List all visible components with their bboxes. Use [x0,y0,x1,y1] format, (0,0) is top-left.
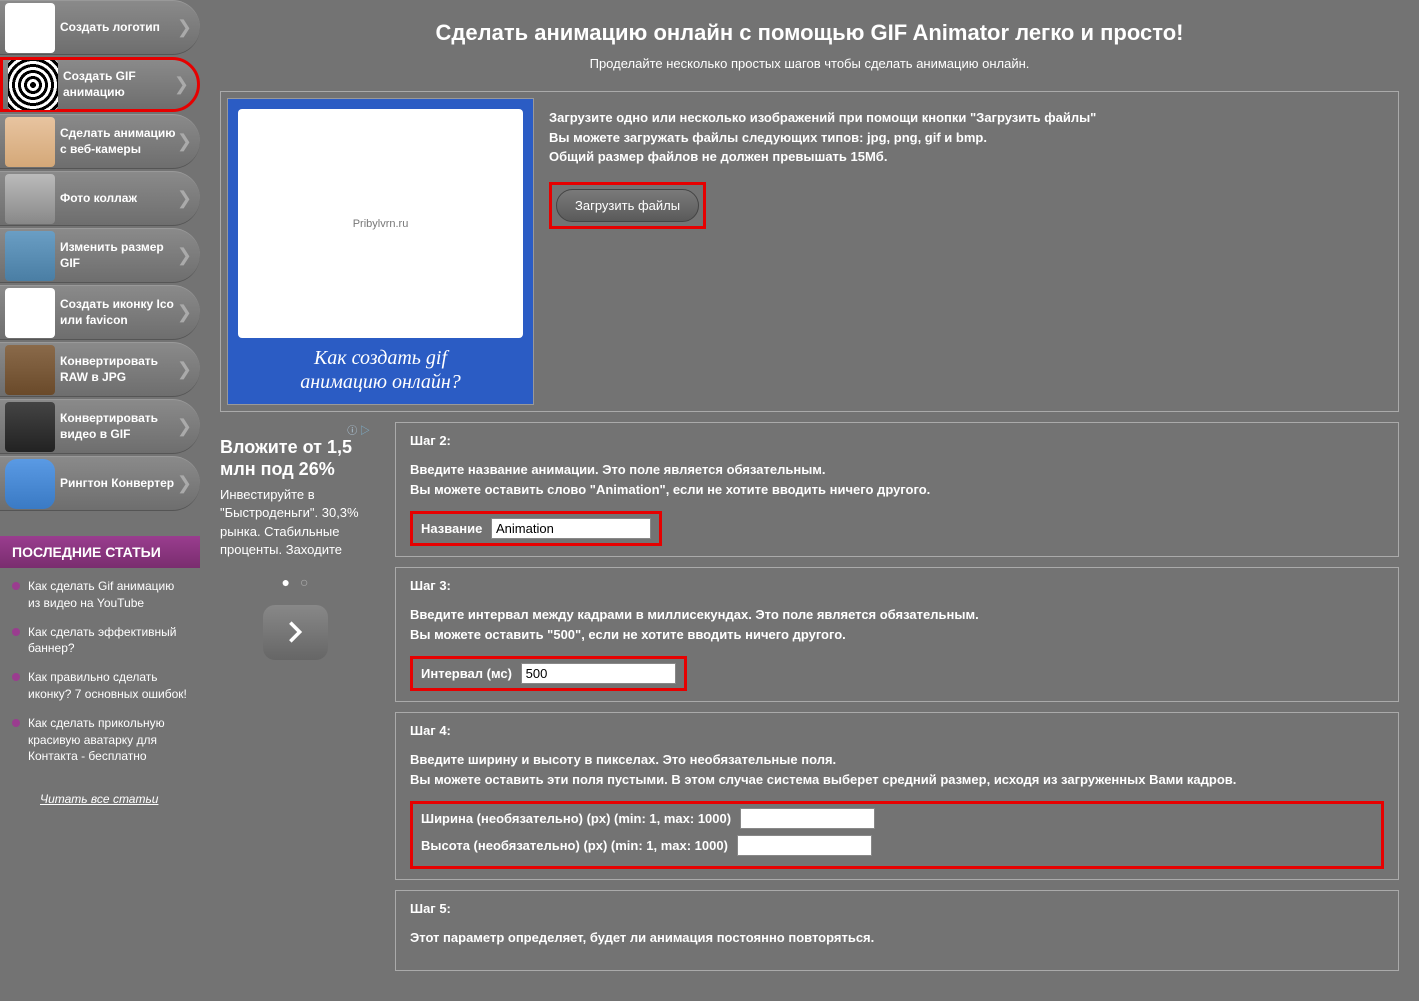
article-link-2[interactable]: Как правильно сделать иконку? 7 основных… [12,669,188,703]
chevron-right-icon: ❯ [177,131,192,152]
interval-label: Интервал (мс) [421,666,512,681]
chevron-right-icon: ❯ [177,416,192,437]
bullet-icon [12,582,20,590]
upload-area: Загрузите одно или несколько изображений… [549,98,1392,405]
upload-text-1: Загрузите одно или несколько изображений… [549,108,1392,128]
page-title: Сделать анимацию онлайн с помощью GIF An… [220,20,1399,46]
chevron-right-icon: ❯ [177,17,192,38]
upload-text-3: Общий размер файлов не должен превышать … [549,147,1392,167]
ico-icon [5,288,55,338]
chevron-right-icon: ❯ [177,188,192,209]
nav-item-4[interactable]: Изменить размер GIF❯ [0,228,200,283]
step-4-title: Шаг 4: [410,723,1384,738]
logo-icon [5,3,55,53]
chevron-right-icon: ❯ [177,245,192,266]
article-link-0[interactable]: Как сделать Gif анимацию из видео на You… [12,578,188,612]
page-subtitle: Проделайте несколько простых шагов чтобы… [220,56,1399,71]
columns-icon [5,174,55,224]
article-link-3[interactable]: Как сделать прикольную красивую аватарку… [12,715,188,765]
width-label: Ширина (необязательно) (px) (min: 1, max… [421,811,731,826]
bullet-icon [12,673,20,681]
raw-icon [5,345,55,395]
nav-item-6[interactable]: Конвертировать RAW в JPG❯ [0,342,200,397]
bullet-icon [12,719,20,727]
article-list: Как сделать Gif анимацию из видео на You… [0,568,200,787]
article-link-1[interactable]: Как сделать эффективный баннер? [12,624,188,658]
upload-text-2: Вы можете загружать файлы следующих типо… [549,128,1392,148]
step-5-title: Шаг 5: [410,901,1384,916]
ringtone-icon [5,459,55,509]
text-ad[interactable]: Вложите от 1,5 млн под 26% Инвестируйте … [220,437,370,559]
face-icon [5,117,55,167]
sidebar: Создать логотип❯Создать GIF анимацию❯Сде… [0,0,200,1001]
step-3-title: Шаг 3: [410,578,1384,593]
sidebar-section-header: ПОСЛЕДНИЕ СТАТЬИ [0,536,200,568]
interval-input[interactable] [521,663,676,684]
step-3-block: Шаг 3: Введите интервал между кадрами в … [395,567,1399,702]
promo-image: Pribylvrn.ru [238,109,523,338]
ad-column: ⓘ ▷ Вложите от 1,5 млн под 26% Инвестиру… [220,422,370,981]
adchoices-label[interactable]: ⓘ ▷ [220,422,370,437]
name-label: Название [421,521,482,536]
bullet-icon [12,628,20,636]
chevron-right-icon: ❯ [177,473,192,494]
nav-item-5[interactable]: Создать иконку Ico или favicon❯ [0,285,200,340]
resize-icon [5,231,55,281]
upload-button[interactable]: Загрузить файлы [556,189,699,222]
chevron-right-icon: ❯ [177,359,192,380]
main-content: Сделать анимацию онлайн с помощью GIF An… [200,0,1419,1001]
chevron-right-icon: ❯ [177,302,192,323]
read-all-link[interactable]: Читать все статьи [0,787,200,821]
nav-item-2[interactable]: Сделать анимацию с веб-камеры❯ [0,114,200,169]
chevron-right-icon [281,618,309,646]
promo-banner[interactable]: Pribylvrn.ru Как создать gifанимацию онл… [227,98,534,405]
width-input[interactable] [740,808,875,829]
chevron-right-icon: ❯ [174,74,189,95]
step-4-block: Шаг 4: Введите ширину и высоту в пиксела… [395,712,1399,880]
carousel-next-button[interactable] [263,605,328,660]
name-input[interactable] [491,518,651,539]
step-2-block: Шаг 2: Введите название анимации. Это по… [395,422,1399,557]
nav-item-7[interactable]: Конвертировать видео в GIF❯ [0,399,200,454]
nav-item-3[interactable]: Фото коллаж❯ [0,171,200,226]
swirl-icon [8,60,58,110]
promo-caption: Как создать gifанимацию онлайн? [300,346,461,394]
nav-item-8[interactable]: Рингтон Конвертер❯ [0,456,200,511]
carousel-dots[interactable]: ●○ [220,574,370,590]
step-5-block: Шаг 5: Этот параметр определяет, будет л… [395,890,1399,971]
height-input[interactable] [737,835,872,856]
height-label: Высота (необязательно) (px) (min: 1, max… [421,838,728,853]
nav-item-1[interactable]: Создать GIF анимацию❯ [0,57,200,112]
video-icon [5,402,55,452]
nav-item-0[interactable]: Создать логотип❯ [0,0,200,55]
step-2-title: Шаг 2: [410,433,1384,448]
